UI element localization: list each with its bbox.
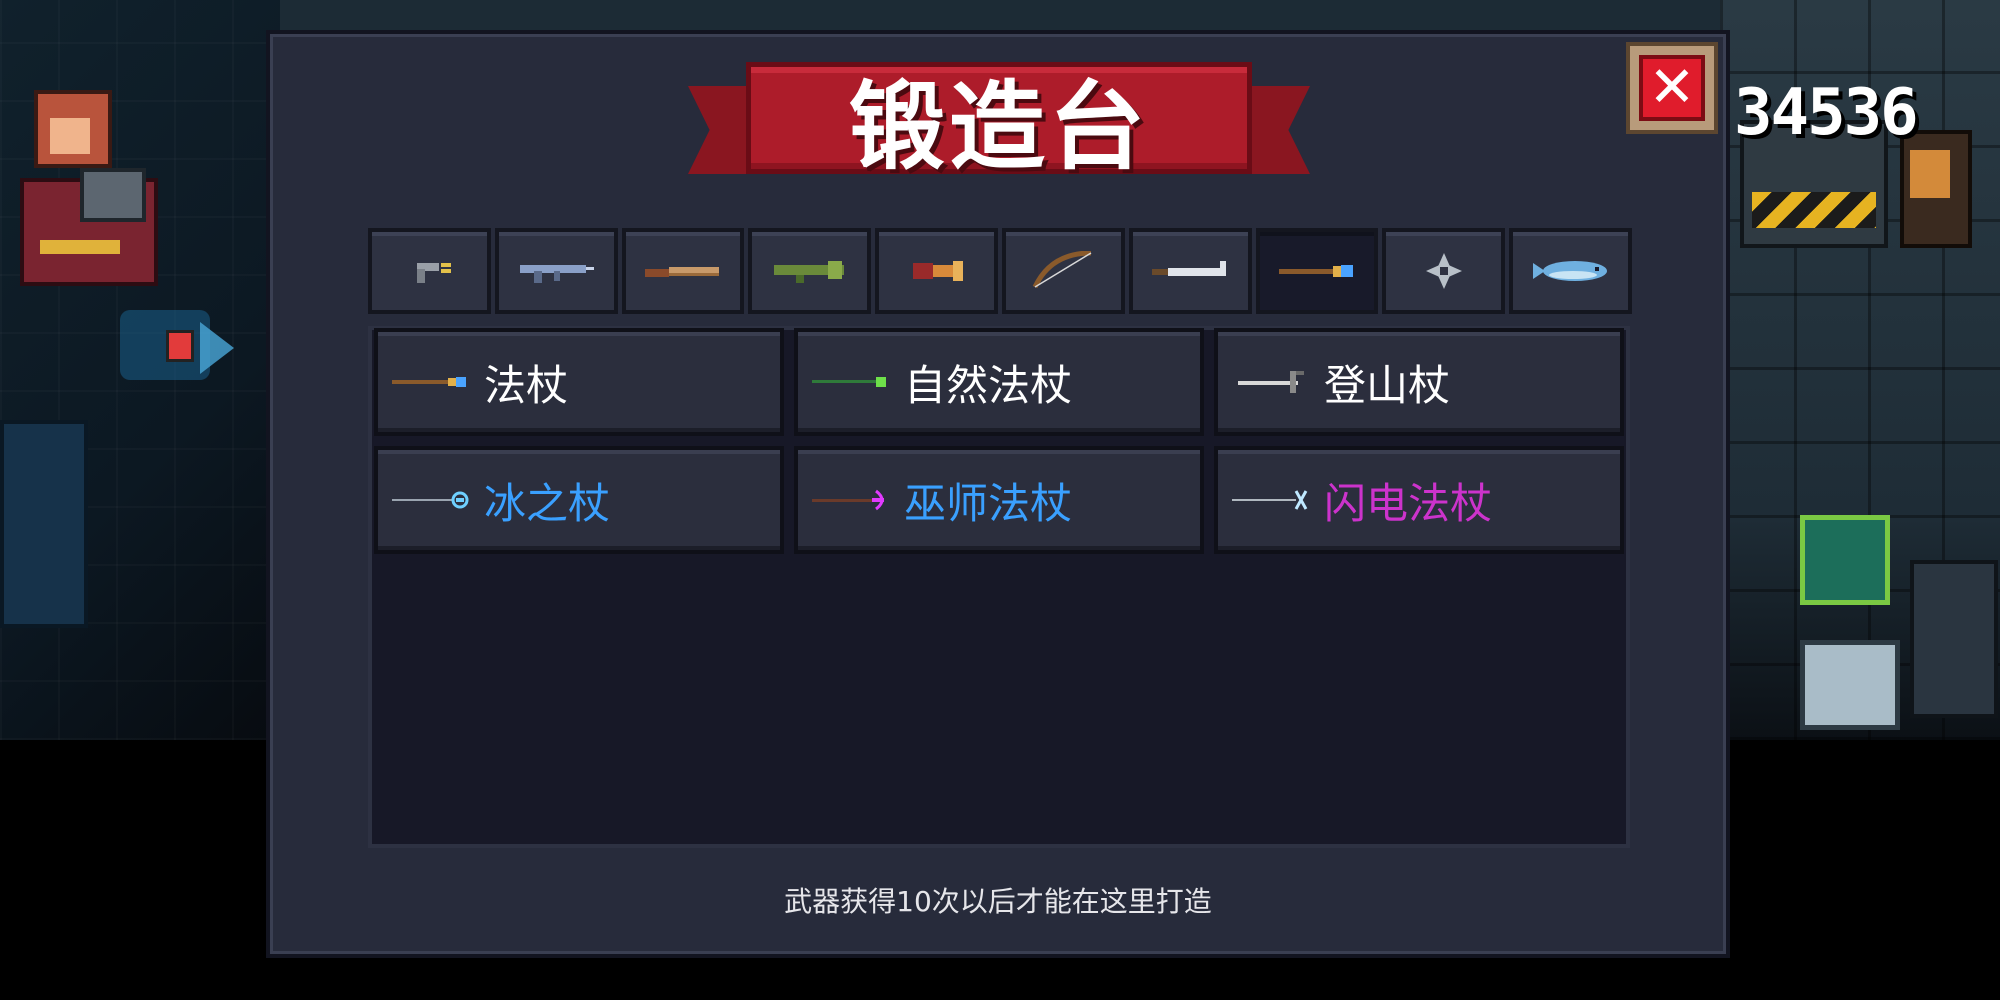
green-crate	[1800, 515, 1890, 605]
item-slot[interactable]: 自然法杖	[794, 328, 1204, 436]
item-slot[interactable]: 法杖	[374, 328, 784, 436]
throwing-star-icon	[1425, 253, 1462, 289]
tab-sword[interactable]	[1128, 228, 1252, 314]
wizard-staff-icon	[812, 489, 884, 511]
item-name: 自然法杖	[904, 360, 1073, 410]
item-slot[interactable]: 冰之杖	[374, 446, 784, 554]
cannon-icon	[912, 261, 963, 281]
score-counter: 34536	[1734, 76, 1919, 150]
title-banner: 锻造台	[688, 62, 1310, 202]
potion-marker	[120, 300, 240, 390]
tab-rifle[interactable]	[494, 228, 618, 314]
tab-rocket[interactable]	[748, 228, 872, 314]
rocket-launcher-icon	[773, 261, 844, 283]
wall-top	[280, 0, 1720, 33]
hazard-stripes	[1752, 192, 1876, 228]
tab-throwing[interactable]	[1382, 228, 1506, 314]
item-name: 登山杖	[1324, 360, 1451, 410]
dialog-title: 锻造台	[849, 70, 1149, 183]
item-slot[interactable]: 登山杖	[1214, 328, 1624, 436]
tab-staff[interactable]	[1255, 228, 1379, 314]
tab-bow[interactable]	[1001, 228, 1125, 314]
close-button[interactable]: ✕	[1626, 42, 1718, 134]
bow-icon	[1033, 251, 1092, 289]
tab-shotgun[interactable]	[621, 228, 745, 314]
blue-crate	[1800, 640, 1900, 730]
forge-hint-text: 武器获得10次以后才能在这里打造	[784, 885, 1212, 918]
tab-pistol[interactable]	[368, 228, 491, 314]
close-icon: ✕	[1639, 55, 1705, 121]
shopkeeper-npc	[20, 90, 170, 286]
tab-special[interactable]	[1509, 228, 1632, 314]
potion-icon	[166, 330, 194, 362]
item-name: 冰之杖	[484, 478, 611, 528]
item-slot[interactable]: 闪电法杖	[1214, 446, 1624, 554]
staff-icon	[392, 377, 466, 387]
rifle-icon	[520, 265, 595, 283]
item-grid: 法杖 自然法杖 登山杖 冰之杖 巫师法杖 闪电法杖	[374, 328, 1624, 554]
item-slot[interactable]: 巫师法杖	[794, 446, 1204, 554]
ice-staff-icon	[392, 491, 469, 509]
fish-icon	[1532, 261, 1607, 281]
staff-icon	[1278, 265, 1353, 277]
lightning-staff-icon	[1232, 490, 1308, 510]
nature-staff-icon	[812, 377, 886, 387]
pickaxe-icon	[1238, 371, 1304, 393]
item-name: 巫师法杖	[904, 478, 1073, 528]
wall-block	[0, 420, 88, 628]
sword-icon	[1152, 261, 1227, 276]
pistol-icon	[417, 263, 452, 283]
item-name: 法杖	[484, 360, 569, 410]
shotgun-icon	[644, 267, 719, 277]
robot	[1910, 560, 1998, 718]
item-name: 闪电法杖	[1324, 478, 1493, 528]
weapon-category-tabs	[368, 228, 1632, 318]
tab-cannon[interactable]	[875, 228, 998, 314]
